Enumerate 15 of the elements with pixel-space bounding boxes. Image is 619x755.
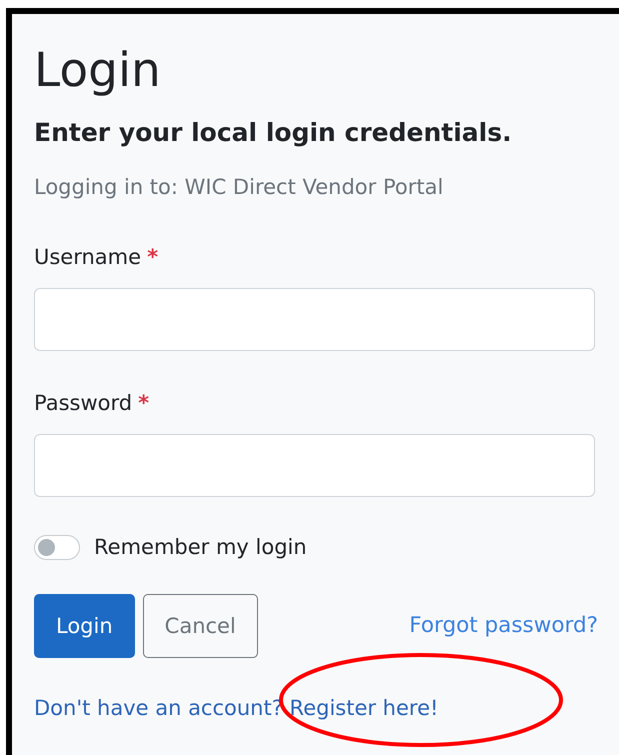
field-label: Password (34, 390, 132, 415)
register-link[interactable]: Don't have an account? Register here! (34, 696, 438, 720)
username-field[interactable] (34, 288, 595, 351)
toggle-switch[interactable] (34, 534, 80, 560)
portal-context-text: Logging in to: WIC Direct Vendor Portal (34, 174, 444, 199)
cancel-button[interactable]: Cancel (142, 594, 258, 658)
field-label: Username (34, 244, 142, 269)
required-mark: * (138, 390, 150, 415)
forgot-password-link[interactable]: Forgot password? (409, 613, 598, 638)
page-title: Login (34, 43, 161, 100)
required-mark: * (147, 244, 158, 269)
remember-label: Remember my login (94, 535, 307, 560)
form-subtitle: Enter your local login credentials. (34, 117, 512, 150)
login-button[interactable]: Login (34, 594, 135, 658)
password-field[interactable] (34, 434, 595, 497)
